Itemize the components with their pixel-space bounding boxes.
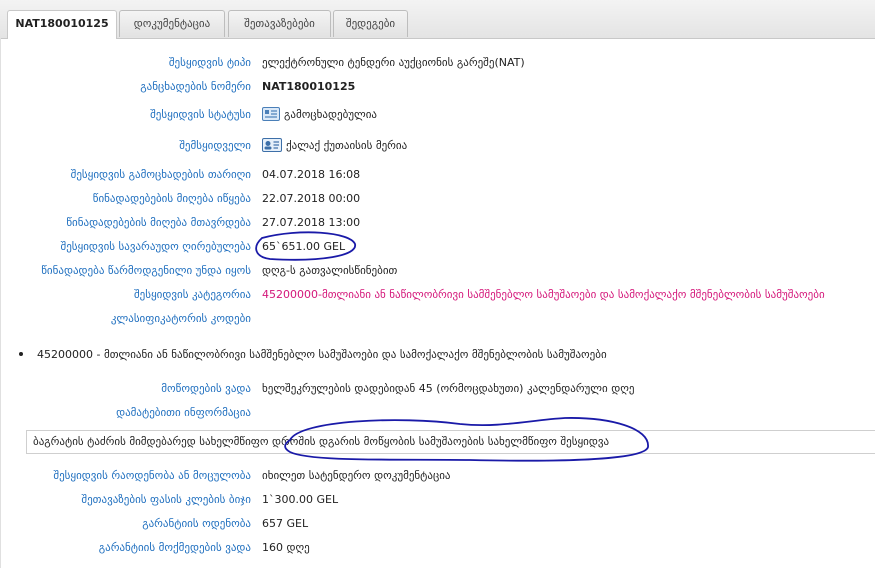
field-label: განცხადების ნომერი (140, 80, 251, 93)
field-value: ელექტრონული ტენდერი აუქციონის გარეშე(NAT… (262, 56, 525, 69)
tab-bar: NAT180010125 დოკუმენტაცია შეთავაზებები შ… (0, 0, 875, 39)
row-category: შესყიდვის კატეგორია 45200000-მთლიანი ან … (1, 285, 875, 305)
tab-offers[interactable]: შეთავაზებები (228, 10, 331, 37)
field-label: შეთავაზების ფასის კლების ბიჯი (81, 493, 251, 506)
row-quantity: შესყიდვის რაოდენობა ან მოცულობა იხილეთ ს… (1, 466, 875, 486)
field-value: 27.07.2018 13:00 (262, 216, 361, 229)
field-value: იხილეთ სატენდერო დოკუმენტაცია (262, 469, 451, 482)
field-value: 04.07.2018 16:08 (262, 168, 361, 181)
field-label: შესყიდვის გამოცხადების თარიღი (70, 168, 251, 181)
details-panel: შესყიდვის ტიპი ელექტრონული ტენდერი აუქცი… (0, 38, 875, 568)
buyer-value: ქალაქ ქუთაისის მერია (286, 139, 408, 152)
row-buyer: შემსყიდველი ქალაქ ქუთაისის მერია (1, 136, 875, 156)
field-label: შესყიდვის სავარაუდო ღირებულება (60, 240, 251, 253)
bullet-icon (19, 352, 23, 356)
field-label: შემსყიდველი (179, 139, 251, 152)
status-value-wrap: გამოცხადებულია (262, 105, 377, 125)
field-label: წინადადებების მიღება მთავრდება (66, 216, 251, 229)
description-text: ბაგრატის ტაძრის მიმდებარედ სახელმწიფო დრ… (33, 435, 610, 448)
row-bid-including: წინადადება წარმოდგენილი უნდა იყოს დღგ-ს … (1, 261, 875, 281)
tab-overview[interactable]: NAT180010125 (7, 10, 117, 39)
field-value: დღგ-ს გათვალისწინებით (262, 264, 398, 277)
field-value: 1`300.00 GEL (262, 493, 339, 506)
field-label: მოწოდების ვადა (161, 382, 251, 395)
row-notice-number: განცხადების ნომერი NAT180010125 (1, 77, 875, 97)
row-estimated-value: შესყიდვის სავარაუდო ღირებულება 65`651.00… (1, 237, 875, 257)
row-additional-info: დამატებითი ინფორმაცია (1, 403, 875, 423)
tab-documentation[interactable]: დოკუმენტაცია (119, 10, 225, 37)
field-label: შესყიდვის რაოდენობა ან მოცულობა (53, 469, 251, 482)
row-guarantee-amount: გარანტიის ოდენობა 657 GEL (1, 514, 875, 534)
id-card-icon[interactable] (262, 138, 282, 152)
document-list-icon (262, 107, 280, 121)
notice-number-value: NAT180010125 (262, 80, 356, 93)
row-purchase-type: შესყიდვის ტიპი ელექტრონული ტენდერი აუქცი… (1, 53, 875, 73)
field-value: 160 დღე (262, 541, 310, 554)
field-label: წინადადებების მიღება იწყება (92, 192, 251, 205)
row-bids-start: წინადადებების მიღება იწყება 22.07.2018 0… (1, 189, 875, 209)
tab-results[interactable]: შედეგები (333, 10, 408, 37)
field-value: 657 GEL (262, 517, 309, 530)
field-label: გარანტიის მოქმედების ვადა (98, 541, 251, 554)
status-value: გამოცხადებულია (284, 108, 378, 121)
description-box: ბაგრატის ტაძრის მიმდებარედ სახელმწიფო დრ… (26, 430, 875, 454)
field-label: კლასიფიკატორის კოდები (110, 312, 251, 325)
row-bids-end: წინადადებების მიღება მთავრდება 27.07.201… (1, 213, 875, 233)
field-value: ხელშეკრულების დადებიდან 45 (ორმოცდახუთი)… (262, 382, 635, 395)
field-label: შესყიდვის კატეგორია (133, 288, 251, 301)
field-label: წინადადება წარმოდგენილი უნდა იყოს (41, 264, 251, 277)
field-label: შესყიდვის სტატუსი (150, 108, 251, 121)
field-label: დამატებითი ინფორმაცია (116, 406, 251, 419)
row-purchase-status: შესყიდვის სტატუსი გამოცხადებულია (1, 105, 875, 125)
category-value: 45200000-მთლიანი ან ნაწილობრივი სამშენებ… (262, 288, 825, 301)
field-label: შესყიდვის ტიპი (168, 56, 251, 69)
row-guarantee-term: გარანტიის მოქმედების ვადა 160 დღე (1, 538, 875, 558)
classifier-item-text: 45200000 - მთლიანი ან ნაწილობრივი სამშენ… (37, 348, 607, 361)
field-value: 22.07.2018 00:00 (262, 192, 361, 205)
field-label: გარანტიის ოდენობა (142, 517, 251, 530)
estimated-value: 65`651.00 GEL (262, 240, 346, 253)
row-announce-date: შესყიდვის გამოცხადების თარიღი 04.07.2018… (1, 165, 875, 185)
row-price-step: შეთავაზების ფასის კლების ბიჯი 1`300.00 G… (1, 490, 875, 510)
row-classifier-codes: კლასიფიკატორის კოდები (1, 309, 875, 329)
buyer-value-wrap: ქალაქ ქუთაისის მერია (262, 136, 407, 156)
classifier-list-item: 45200000 - მთლიანი ან ნაწილობრივი სამშენ… (19, 346, 607, 364)
row-delivery-term: მოწოდების ვადა ხელშეკრულების დადებიდან 4… (1, 379, 875, 399)
